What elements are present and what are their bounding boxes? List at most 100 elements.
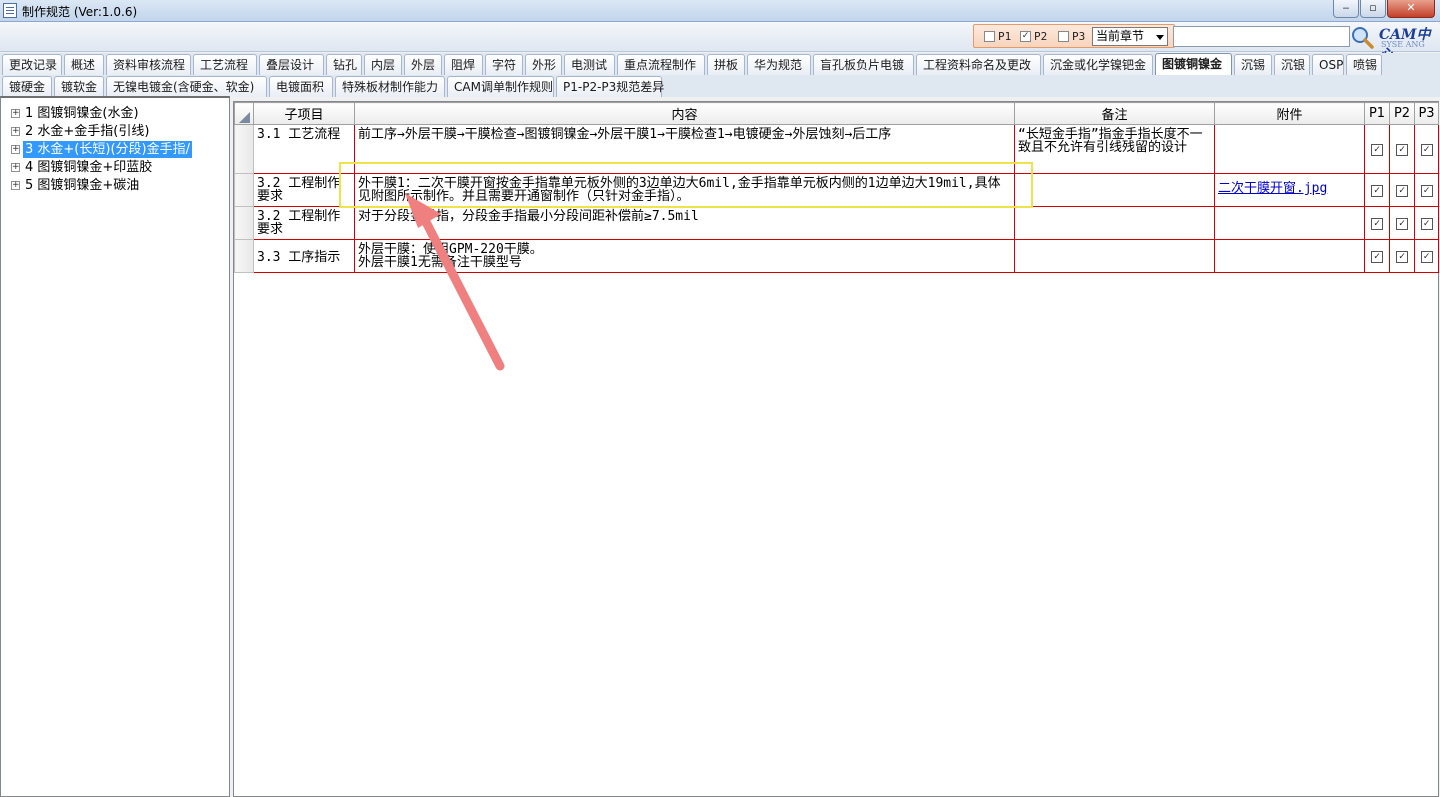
- column-header-remark[interactable]: 备注: [1014, 102, 1215, 125]
- search-button[interactable]: [1350, 24, 1374, 50]
- tree-item[interactable]: +5 图镀铜镍金+碳油: [11, 177, 141, 195]
- column-header-p1[interactable]: P1: [1364, 102, 1390, 125]
- table-row[interactable]: 3.2 工程制作要求 对于分段金手指，分段金手指最小分段间距补偿前≥7.5mil ✓…: [234, 206, 1439, 240]
- table-header-row: 子项目 内容 备注 附件 P1 P2 P3: [234, 102, 1439, 125]
- tree-item[interactable]: +4 图镀铜镍金+印蓝胶: [11, 159, 154, 177]
- expand-icon[interactable]: +: [11, 163, 20, 172]
- p2-filter-checkbox[interactable]: ✓: [1020, 31, 1031, 42]
- scope-select[interactable]: 当前章节: [1092, 27, 1168, 46]
- tab-12[interactable]: 重点流程制作: [617, 54, 705, 75]
- tab-13[interactable]: 拼板: [707, 54, 745, 75]
- expand-icon[interactable]: +: [11, 181, 20, 190]
- close-button[interactable]: ✕: [1387, 0, 1435, 18]
- tree-item[interactable]: +1 图镀铜镍金(水金): [11, 105, 141, 123]
- tab-18[interactable]: 图镀铜镍金: [1155, 53, 1232, 75]
- column-header-p2[interactable]: P2: [1389, 102, 1415, 125]
- tab-row2-0[interactable]: 镀硬金: [2, 76, 52, 97]
- p1-checkbox[interactable]: ✓: [1371, 144, 1383, 156]
- p2-checkbox[interactable]: ✓: [1396, 251, 1408, 263]
- tab-6[interactable]: 内层: [364, 54, 402, 75]
- p3-filter-checkbox[interactable]: [1058, 31, 1069, 42]
- tab-15[interactable]: 盲孔板负片电镀: [813, 54, 914, 75]
- tab-2[interactable]: 资料审核流程: [106, 54, 191, 75]
- priority-filter: P1 ✓ P2 P3 当前章节: [973, 24, 1175, 48]
- expand-icon[interactable]: +: [11, 127, 20, 136]
- cell-remark: [1014, 173, 1215, 207]
- tab-0[interactable]: 更改记录: [2, 54, 62, 75]
- tab-row2-4[interactable]: 特殊板材制作能力: [335, 76, 445, 97]
- column-header-p3[interactable]: P3: [1414, 102, 1439, 125]
- cell-content: 外干膜1：二次干膜开窗按金手指靠单元板外侧的3边单边大6mil,金手指靠单元板内…: [354, 173, 1015, 207]
- tab-4[interactable]: 叠层设计: [259, 54, 324, 75]
- tree-item-label: 2 水金+金手指(引线): [25, 124, 150, 139]
- tab-21[interactable]: OSP: [1312, 54, 1344, 75]
- p2-checkbox[interactable]: ✓: [1396, 185, 1408, 197]
- tab-7[interactable]: 外层: [404, 54, 442, 75]
- p3-filter-label: P3: [1072, 30, 1086, 43]
- tree-item[interactable]: +3 水金+(长短)(分段)金手指/: [11, 141, 192, 159]
- select-all-corner[interactable]: [234, 102, 254, 125]
- tab-row-2: 镀硬金 镀软金 无镍电镀金(含硬金、软金) 电镀面积 特殊板材制作能力 CAM调单制作规则…: [0, 75, 1440, 97]
- table-row[interactable]: 3.3 工序指示 外层干膜：使用GPM-220干膜。 外层干膜1无需备注干膜型号 ✓…: [234, 239, 1439, 273]
- p2-checkbox[interactable]: ✓: [1396, 218, 1408, 230]
- p3-checkbox[interactable]: ✓: [1420, 251, 1433, 263]
- expand-icon[interactable]: +: [11, 109, 20, 118]
- minimize-button[interactable]: ‒: [1333, 0, 1359, 18]
- cell-p1: ✓: [1364, 239, 1390, 273]
- tab-8[interactable]: 阻焊: [444, 54, 483, 75]
- cell-p1: ✓: [1364, 173, 1390, 207]
- cell-remark: [1014, 239, 1215, 273]
- tab-22[interactable]: 喷锡: [1346, 54, 1382, 75]
- cell-sub: 3.3 工序指示: [253, 239, 355, 273]
- cam-center-logo: CAM中心 SYSE ANG: [1379, 24, 1437, 63]
- tab-20[interactable]: 沉银: [1274, 54, 1310, 75]
- tab-row2-6[interactable]: P1-P2-P3规范差异: [556, 76, 664, 97]
- tab-row2-3[interactable]: 电镀面积: [269, 76, 333, 97]
- column-header-attach[interactable]: 附件: [1214, 102, 1365, 125]
- column-header-sub[interactable]: 子项目: [253, 102, 355, 125]
- tab-9[interactable]: 字符: [485, 54, 523, 75]
- tab-11[interactable]: 电测试: [564, 54, 615, 75]
- tab-5[interactable]: 钻孔: [326, 54, 362, 75]
- scope-select-value: 当前章节: [1096, 29, 1145, 43]
- p2-checkbox[interactable]: ✓: [1396, 144, 1408, 156]
- app-icon: [3, 3, 17, 18]
- tab-16[interactable]: 工程资料命名及更改: [916, 54, 1041, 75]
- cell-attach: [1214, 124, 1365, 174]
- tab-14[interactable]: 华为规范: [747, 54, 811, 75]
- table-row[interactable]: 3.2 工程制作要求 外干膜1：二次干膜开窗按金手指靠单元板外侧的3边单边大6mi…: [234, 173, 1439, 207]
- cell-content: 前工序→外层干膜→干膜检查→图镀铜镍金→外层干膜1→干膜检查1→电镀硬金→外层蚀…: [354, 124, 1015, 174]
- tab-row2-5[interactable]: CAM调单制作规则: [447, 76, 554, 97]
- tab-17[interactable]: 沉金或化学镍钯金: [1043, 54, 1153, 75]
- tab-row-1: 更改记录 概述 资料审核流程 工艺流程 叠层设计 钻孔 内层 外层 阻焊 字符 外形 电测试 重点流程制…: [0, 53, 1440, 75]
- attachment-link[interactable]: 二次干膜开窗.jpg: [1218, 181, 1327, 196]
- cell-attach: [1214, 239, 1365, 273]
- search-input[interactable]: [1173, 26, 1350, 47]
- p1-filter-checkbox[interactable]: [984, 31, 995, 42]
- table-row[interactable]: 3.1 工艺流程 前工序→外层干膜→干膜检查→图镀铜镍金→外层干膜1→干膜检查1→…: [234, 124, 1439, 174]
- p3-checkbox[interactable]: ✓: [1420, 218, 1433, 230]
- row-header[interactable]: [234, 124, 254, 174]
- maximize-button[interactable]: ▫: [1360, 0, 1386, 18]
- tab-1[interactable]: 概述: [64, 54, 104, 75]
- row-header[interactable]: [234, 173, 254, 207]
- p1-checkbox[interactable]: ✓: [1371, 251, 1383, 263]
- tab-10[interactable]: 外形: [525, 54, 562, 75]
- expand-icon[interactable]: +: [11, 145, 20, 154]
- row-header[interactable]: [234, 239, 254, 273]
- p1-checkbox[interactable]: ✓: [1371, 218, 1383, 230]
- column-header-content[interactable]: 内容: [354, 102, 1015, 125]
- p3-checkbox[interactable]: ✓: [1420, 185, 1433, 197]
- row-header[interactable]: [234, 206, 254, 240]
- spec-table: 子项目 内容 备注 附件 P1 P2 P3 3.1 工艺流程 前工序→外层干膜→干…: [234, 102, 1439, 273]
- p3-checkbox[interactable]: ✓: [1420, 144, 1433, 156]
- spec-grid: 子项目 内容 备注 附件 P1 P2 P3 3.1 工艺流程 前工序→外层干膜→干…: [233, 101, 1439, 797]
- tree-item[interactable]: +2 水金+金手指(引线): [11, 123, 151, 141]
- cell-p2: ✓: [1389, 239, 1415, 273]
- tab-row2-2[interactable]: 无镍电镀金(含硬金、软金): [106, 76, 267, 97]
- tab-3[interactable]: 工艺流程: [193, 54, 257, 75]
- cell-sub: 3.2 工程制作要求: [253, 206, 355, 240]
- tab-19[interactable]: 沉锡: [1234, 54, 1272, 75]
- p1-checkbox[interactable]: ✓: [1371, 185, 1383, 197]
- tab-row2-1[interactable]: 镀软金: [54, 76, 104, 97]
